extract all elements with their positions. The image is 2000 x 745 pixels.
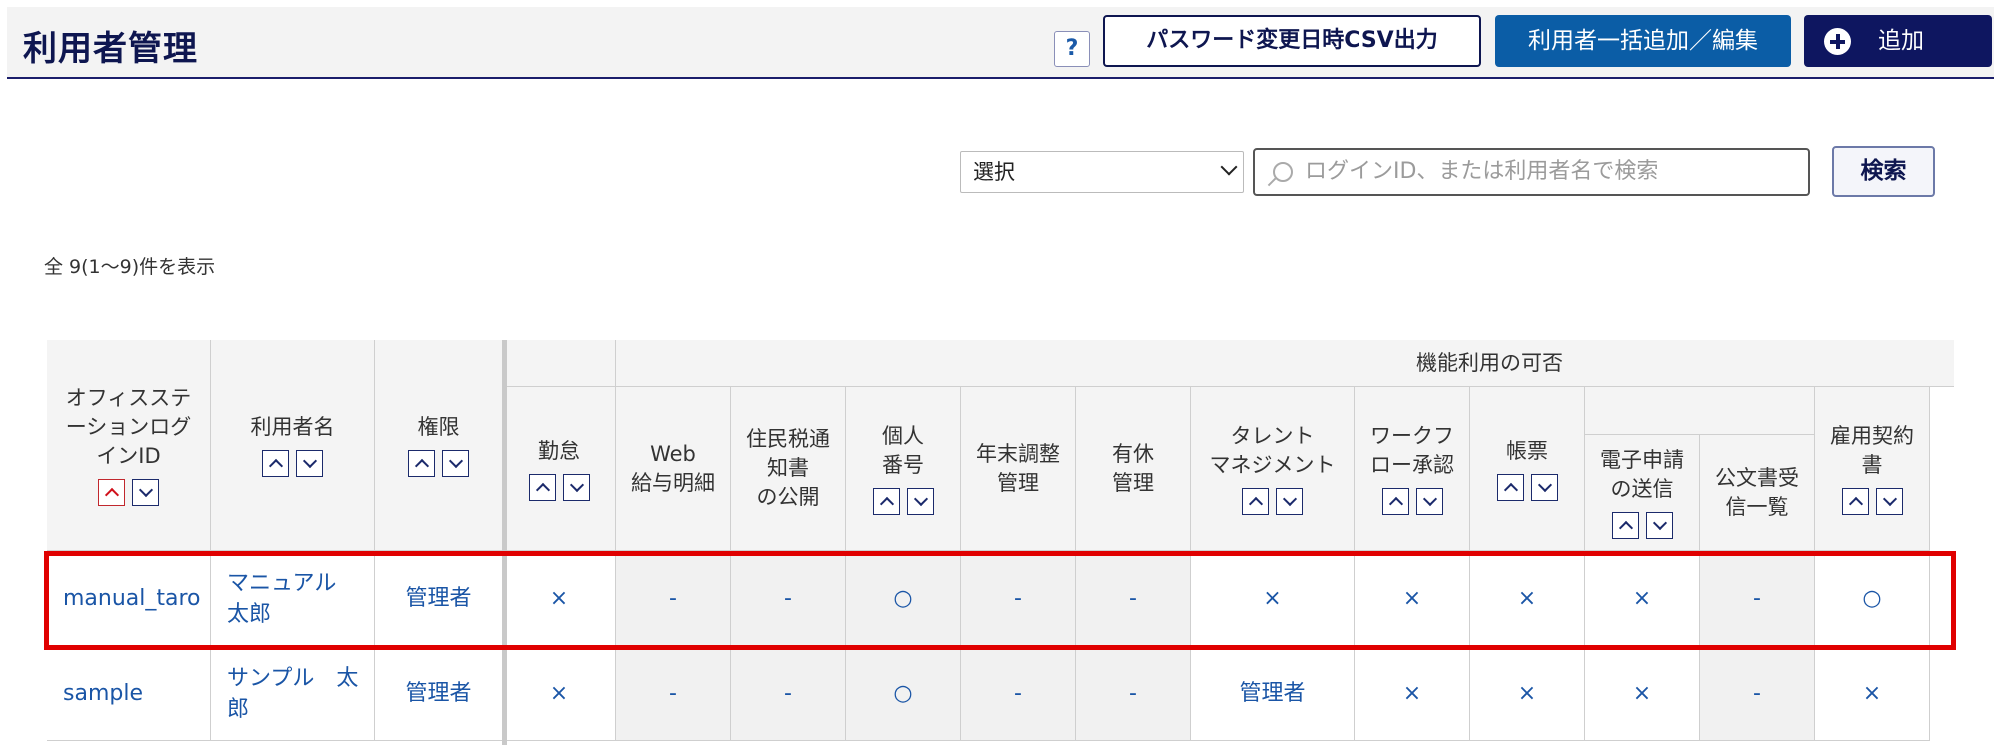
search-input[interactable]: ログインID、または利用者名で検索 — [1253, 148, 1810, 196]
sort-descending-icon[interactable] — [1645, 512, 1673, 539]
column-header-employment-contract: 雇用契約 書 — [1815, 387, 1930, 551]
column-header-attendance: 勤怠 — [503, 387, 616, 551]
column-label: ワークフ ロー承認 — [1370, 424, 1454, 477]
bulk-add-edit-button[interactable]: 利用者一括追加／編集 — [1495, 15, 1791, 67]
column-header-web-payslip: Web 給与明細 — [616, 387, 731, 551]
column-header-official-docs: 公文書受 信一覧 — [1700, 435, 1815, 551]
user-table: 機能利用の可否オフィスステ ーションログ インID 利用者名 権限勤怠 Web 給与明… — [47, 340, 1954, 745]
password-csv-export-button[interactable]: パスワード変更日時CSV出力 — [1103, 15, 1481, 67]
page-header: 利用者管理 ? パスワード変更日時CSV出力 利用者一括追加／編集 追加 — [7, 7, 1994, 79]
cell-talent: 管理者 — [1191, 647, 1355, 741]
sort-descending-icon[interactable] — [296, 450, 323, 477]
cell-my-number: ○ — [846, 647, 961, 741]
plus-circle-icon — [1824, 28, 1851, 55]
column-divider — [502, 340, 507, 745]
column-label: タレント マネジメント — [1209, 424, 1336, 477]
filter-select-value: 選択 — [973, 160, 1015, 184]
sort-controls — [528, 473, 590, 501]
column-header-resident-tax: 住民税通 知書 の公開 — [731, 387, 846, 551]
result-count: 全 9(1～9)件を表示 — [44, 256, 216, 278]
sort-descending-icon[interactable] — [442, 450, 469, 477]
column-label: 権限 — [417, 415, 460, 439]
column-header-e-application: 電子申請 の送信 — [1585, 435, 1700, 551]
page-title: 利用者管理 — [23, 29, 198, 69]
subgroup-header-spacer — [1585, 387, 1815, 435]
sort-controls — [1242, 488, 1303, 515]
sort-controls — [262, 450, 323, 477]
filter-select[interactable]: 選択 — [960, 151, 1244, 193]
sort-descending-icon[interactable] — [1276, 488, 1303, 515]
cell-paid-leave: - — [1076, 647, 1191, 741]
cell-attendance: × — [503, 647, 616, 741]
sort-descending-icon[interactable] — [132, 479, 159, 506]
cell-forms: × — [1470, 647, 1585, 741]
add-user-button[interactable]: 追加 — [1804, 15, 1992, 67]
column-label: 個人 番号 — [882, 424, 924, 477]
help-icon-button[interactable]: ? — [1054, 31, 1090, 67]
sort-controls — [1381, 488, 1443, 515]
column-label: Web 給与明細 — [631, 441, 715, 495]
sort-ascending-icon[interactable] — [528, 473, 556, 501]
sort-descending-icon[interactable] — [906, 488, 934, 515]
search-icon — [1273, 162, 1293, 182]
sort-controls — [98, 479, 159, 506]
column-header-name: 利用者名 — [211, 340, 375, 551]
sort-ascending-icon[interactable] — [1841, 488, 1869, 515]
cell-official-docs: - — [1700, 647, 1815, 741]
sort-descending-icon[interactable] — [1875, 488, 1903, 515]
sort-ascending-icon[interactable] — [872, 488, 900, 515]
cell-e-application: × — [1585, 647, 1700, 741]
sort-descending-icon[interactable] — [1530, 473, 1558, 501]
column-label: 電子申請 の送信 — [1600, 448, 1684, 501]
cell-web-payslip: - — [616, 647, 731, 741]
highlight-frame — [44, 551, 1956, 650]
sort-controls — [408, 450, 469, 477]
column-label: 雇用契約 書 — [1830, 424, 1914, 477]
search-placeholder: ログインID、または利用者名で検索 — [1305, 159, 1659, 184]
column-label: 年末調整 管理 — [976, 441, 1060, 495]
chevron-down-icon — [1220, 158, 1238, 176]
column-header-role: 権限 — [375, 340, 503, 551]
column-label: 勤怠 — [538, 438, 580, 463]
sort-controls — [872, 488, 934, 515]
cell-resident-tax: - — [731, 647, 846, 741]
column-label: 住民税通 知書 の公開 — [746, 427, 830, 509]
column-header-year-end: 年末調整 管理 — [961, 387, 1076, 551]
sort-ascending-icon[interactable] — [262, 450, 289, 477]
cell-year-end: - — [961, 647, 1076, 741]
sort-controls — [1841, 488, 1903, 515]
search-button[interactable]: 検索 — [1832, 146, 1935, 197]
column-label: 公文書受 信一覧 — [1715, 465, 1799, 519]
column-label: 帳票 — [1506, 438, 1548, 463]
sort-ascending-icon[interactable] — [1381, 488, 1409, 515]
sort-ascending-icon[interactable] — [1496, 473, 1524, 501]
column-header-talent: タレント マネジメント — [1191, 387, 1355, 551]
cell-workflow: × — [1355, 647, 1470, 741]
sort-controls — [1496, 473, 1558, 501]
sort-ascending-icon[interactable] — [1242, 488, 1269, 515]
column-header-my-number: 個人 番号 — [846, 387, 961, 551]
column-header-workflow: ワークフ ロー承認 — [1355, 387, 1470, 551]
column-header-login-id: オフィスステ ーションログ インID — [47, 340, 211, 551]
column-header-forms: 帳票 — [1470, 387, 1585, 551]
column-header-paid-leave: 有休 管理 — [1076, 387, 1191, 551]
cell-employment-contract: × — [1815, 647, 1930, 741]
sort-ascending-icon[interactable] — [1611, 512, 1639, 539]
column-label: オフィスステ ーションログ インID — [65, 386, 192, 468]
sort-descending-icon[interactable] — [562, 473, 590, 501]
add-button-label: 追加 — [1878, 28, 1924, 54]
user-name-link[interactable]: サンプル 太 郎 — [211, 647, 375, 741]
cell-role: 管理者 — [375, 647, 503, 741]
group-header-feature-access: 機能利用の可否 — [616, 340, 1954, 387]
sort-ascending-icon[interactable] — [98, 479, 125, 506]
sort-controls — [1611, 512, 1673, 539]
sort-descending-icon[interactable] — [1415, 488, 1443, 515]
column-label: 有休 管理 — [1112, 441, 1154, 495]
sort-ascending-icon[interactable] — [408, 450, 435, 477]
column-label: 利用者名 — [250, 415, 335, 439]
login-id-link[interactable]: sample — [47, 647, 211, 741]
group-header-spacer — [503, 340, 616, 387]
